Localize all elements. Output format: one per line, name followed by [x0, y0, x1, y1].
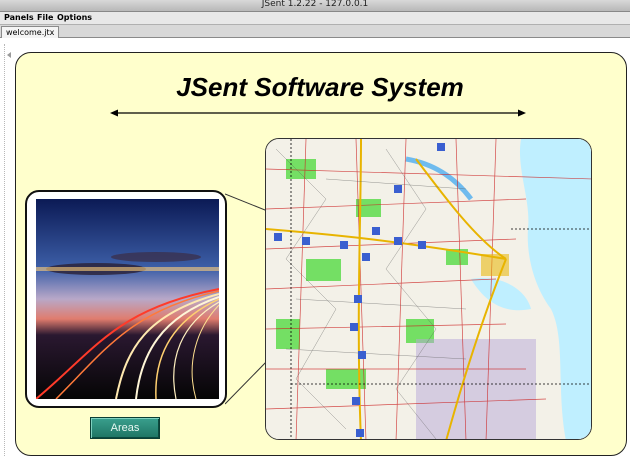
tab-bar: welcome.jtx [0, 25, 630, 39]
menu-options[interactable]: Options [57, 13, 92, 22]
collapse-arrow-icon[interactable] [7, 52, 11, 58]
menu-file[interactable]: File [37, 13, 53, 22]
callout-connector-lines [225, 193, 270, 405]
title-underline-arrow [110, 109, 526, 117]
window-title: JSent 1.2.22 - 127.0.0.1 [261, 0, 369, 9]
photo-frame [25, 190, 227, 408]
left-rail[interactable] [4, 44, 12, 456]
window-titlebar: JSent 1.2.22 - 127.0.0.1 [0, 0, 630, 12]
menu-bar: Panels File Options [0, 12, 630, 25]
menu-panels[interactable]: Panels [4, 13, 34, 22]
areas-button[interactable]: Areas [90, 417, 160, 439]
night-highway-photo [36, 199, 219, 399]
page-title: JSent Software System [176, 72, 464, 102]
region-map [265, 138, 592, 440]
